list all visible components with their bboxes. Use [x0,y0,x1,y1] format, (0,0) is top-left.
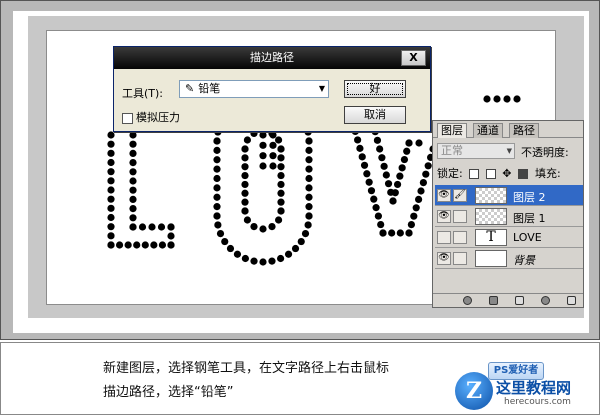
add-style-icon[interactable] [489,296,498,305]
fill-label: 填充: [535,167,561,180]
caption-text: 新建图层，选择钢笔工具，在文字路径上右击鼠标 描边路径，选择“铅笔” [103,357,463,405]
link-slot[interactable] [453,210,467,223]
dialog-title: 描边路径 [250,51,294,64]
simulate-pressure-label: 模拟压力 [136,111,180,124]
lock-all-icon[interactable] [517,169,528,179]
link-slot[interactable] [453,231,467,244]
layer-row[interactable]: T LOVE [435,227,583,248]
link-slot[interactable] [453,252,467,265]
panel-footer [433,293,583,307]
eye-icon[interactable]: 👁 [437,189,451,202]
chevron-down-icon: ▼ [318,84,325,93]
opacity-label: 不透明度: [521,146,569,159]
caption-line-2: 描边路径，选择“铅笔” [103,385,234,400]
tab-paths[interactable]: 路径 [509,123,539,138]
site-logo: Z [455,372,493,410]
caption-line-1: 新建图层，选择钢笔工具，在文字路径上右击鼠标 [103,361,390,376]
pencil-icon: ✎ [185,82,195,95]
chevron-down-icon: ▼ [506,147,512,155]
link-layers-icon[interactable] [463,296,472,305]
ok-button[interactable]: 好 [344,80,406,98]
layer-list: 👁 🖌 图层 2 👁 图层 1 T LOVE 👁 背景 [435,185,583,269]
layer-thumbnail [475,208,507,225]
tool-label: 工具(T): [122,87,164,100]
layer-name: 背景 [513,254,535,267]
tab-layers[interactable]: 图层 [437,123,467,138]
blend-mode-value: 正常 [441,144,463,157]
lock-row: 锁定: ✥ 填充: [437,165,581,180]
site-url: herecours.com [504,397,571,407]
new-layer-icon[interactable] [567,296,576,305]
tool-select-value: 铅笔 [198,82,221,95]
checkbox-box[interactable] [122,112,133,124]
new-group-icon[interactable] [515,296,524,305]
stroke-path-dialog: 描边路径 X 工具(T): ✎ 铅笔 ▼ 模拟压力 好 取消 [113,46,431,132]
eye-icon[interactable]: 👁 [437,210,451,223]
blend-mode-select[interactable]: 正常 ▼ [437,143,515,159]
text-layer-icon: T [475,229,507,246]
blend-row: 正常 ▼ 不透明度: [437,143,581,159]
eye-slot[interactable] [437,231,451,244]
simulate-pressure-checkbox[interactable]: 模拟压力 [122,109,180,125]
cancel-button[interactable]: 取消 [344,106,406,124]
lock-label: 锁定: [437,167,463,180]
tab-channels[interactable]: 通道 [473,123,503,138]
layer-name: 图层 2 [513,191,546,204]
adjustment-layer-icon[interactable] [541,296,550,305]
layer-row[interactable]: 👁 背景 [435,248,583,269]
site-title: 这里教程网 [496,379,572,397]
lock-transparency-icon[interactable] [469,169,480,179]
brush-icon[interactable]: 🖌 [453,189,467,202]
close-button[interactable]: X [401,50,426,66]
layer-thumbnail [475,187,507,204]
eye-icon[interactable]: 👁 [437,252,451,265]
layer-row[interactable]: 👁 🖌 图层 2 [435,185,583,206]
layer-name: LOVE [513,231,542,244]
tool-select[interactable]: ✎ 铅笔 ▼ [179,80,329,98]
layer-name: 图层 1 [513,212,546,225]
layers-panel: 图层 通道 路径 正常 ▼ 不透明度: 锁定: ✥ 填充: 👁 🖌 图层 2 👁… [432,120,584,308]
dialog-title-bar[interactable]: 描边路径 X [114,47,430,69]
lock-position-icon[interactable]: ✥ [502,167,511,180]
panel-tabs: 图层 通道 路径 [433,121,583,138]
layer-thumbnail [475,250,507,267]
layer-row[interactable]: 👁 图层 1 [435,206,583,227]
lock-pixels-icon[interactable] [485,169,496,179]
